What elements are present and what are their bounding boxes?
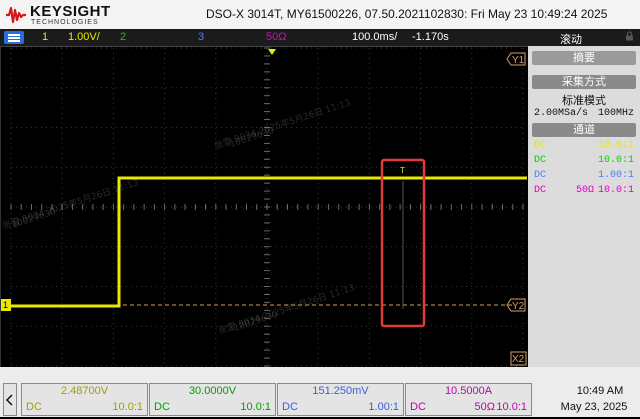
channel-3-readout[interactable]: 151.250mV DC 1.00:1 [277,383,404,416]
panel-channel-row[interactable]: DC 10.0:1 [532,154,636,168]
menu-icon[interactable] [4,31,24,44]
channel-1-label[interactable]: 1 [42,31,48,43]
channel-3-label[interactable]: 3 [198,31,204,43]
brand-subtitle: TECHNOLOGIES [31,19,99,26]
left-arrow-icon [5,394,13,406]
lock-icon [626,31,633,41]
channel-4-impedance[interactable]: 50Ω [266,31,286,43]
cursor-x2-label: X2 [512,354,525,365]
waveform-display[interactable]: 1 Y1 Y2 X2 T 张雷 9034 2025年5月26日 11:13 10… [0,46,529,368]
channel-1-probe: 10.0:1 [112,401,143,413]
ch1-ground-label: 1 [3,300,8,310]
panel-channel-row[interactable]: DC 10.0:1 [532,139,636,153]
panel-channel-probe: 10.0:1 [597,185,634,196]
status-footer: 2.48700V DC 10.0:1 30.0000V DC 10.0:1 15… [0,367,640,417]
channel-1-readout[interactable]: 2.48700V DC 10.0:1 [21,383,148,416]
channel-2-value: 30.0000V [188,385,237,397]
channel-1-scale[interactable]: 1.00V/ [68,31,100,43]
trigger-point-label: T [400,166,405,175]
cursor-y2-label: Y2 [512,301,525,312]
channel-1-coupling: DC [26,401,42,413]
scroll-left-button[interactable] [3,383,17,416]
side-panel: 摘要 采集方式 标准模式 2.00MSa/s 100MHz 通道 DC 10.0:… [528,46,640,367]
brand-logo-text: KEYSIGHT [30,3,111,20]
panel-channel-probe: 10.0:1 [597,155,634,166]
channels-header[interactable]: 通道 [532,123,636,137]
summary-header[interactable]: 摘要 [532,51,636,65]
channel-4-value: 10.5000A [444,385,493,397]
title-bar: KEYSIGHT TECHNOLOGIES DSO-X 3014T, MY615… [0,0,640,29]
panel-channel-coupling: DC [534,140,547,151]
sample-rate: 2.00MSa/s [534,108,589,119]
clock-time: 10:49 AM [576,385,624,397]
channel-4-readout[interactable]: 10.5000A DC 50Ω 10.0:1 [405,383,532,416]
channel-bar: 1 1.00V/ 2 3 50Ω 100.0ms/ -1.170s 滚动 [0,29,640,46]
panel-channel-coupling: DC [534,155,547,166]
timebase-scale[interactable]: 100.0ms/ [352,31,397,43]
channel-4-impedance: 50Ω [474,401,495,413]
panel-channel-impedance: 50Ω [575,185,594,196]
time-delay[interactable]: -1.170s [412,31,449,43]
keysight-wave-icon [6,6,26,24]
panel-channel-row[interactable]: DC 1.00:1 [532,169,636,183]
scope-grid: 1 Y1 Y2 X2 T [1,47,527,367]
channel-3-probe: 1.00:1 [368,401,399,413]
channel-2-readout[interactable]: 30.0000V DC 10.0:1 [149,383,276,416]
panel-channel-row[interactable]: DC 10.0:1 50Ω [532,184,636,198]
clock-date: May 23, 2025 [560,401,628,413]
channel-2-label[interactable]: 2 [120,31,126,43]
panel-channel-coupling: DC [534,170,547,181]
channel-2-coupling: DC [154,401,170,413]
panel-channel-probe: 10.0:1 [597,140,634,151]
acquisition-header[interactable]: 采集方式 [532,75,636,89]
channel-4-coupling: DC [410,401,426,413]
cursor-y1-label: Y1 [512,55,525,66]
channel-3-value: 151.250mV [312,385,369,397]
channel-1-value: 2.48700V [60,385,109,397]
device-info: DSO-X 3014T, MY61500226, 07.50.202110283… [206,7,608,21]
channel-3-coupling: DC [282,401,298,413]
channel-4-probe: 10.0:1 [496,401,527,413]
channel-2-probe: 10.0:1 [240,401,271,413]
acquisition-mode: 标准模式 [562,94,606,107]
panel-channel-coupling: DC [534,185,547,196]
panel-channel-probe: 1.00:1 [597,170,634,181]
bandwidth: 100MHz [597,108,634,119]
acquisition-run-mode[interactable]: 滚动 [560,31,582,47]
trigger-marker-icon[interactable] [268,49,276,55]
